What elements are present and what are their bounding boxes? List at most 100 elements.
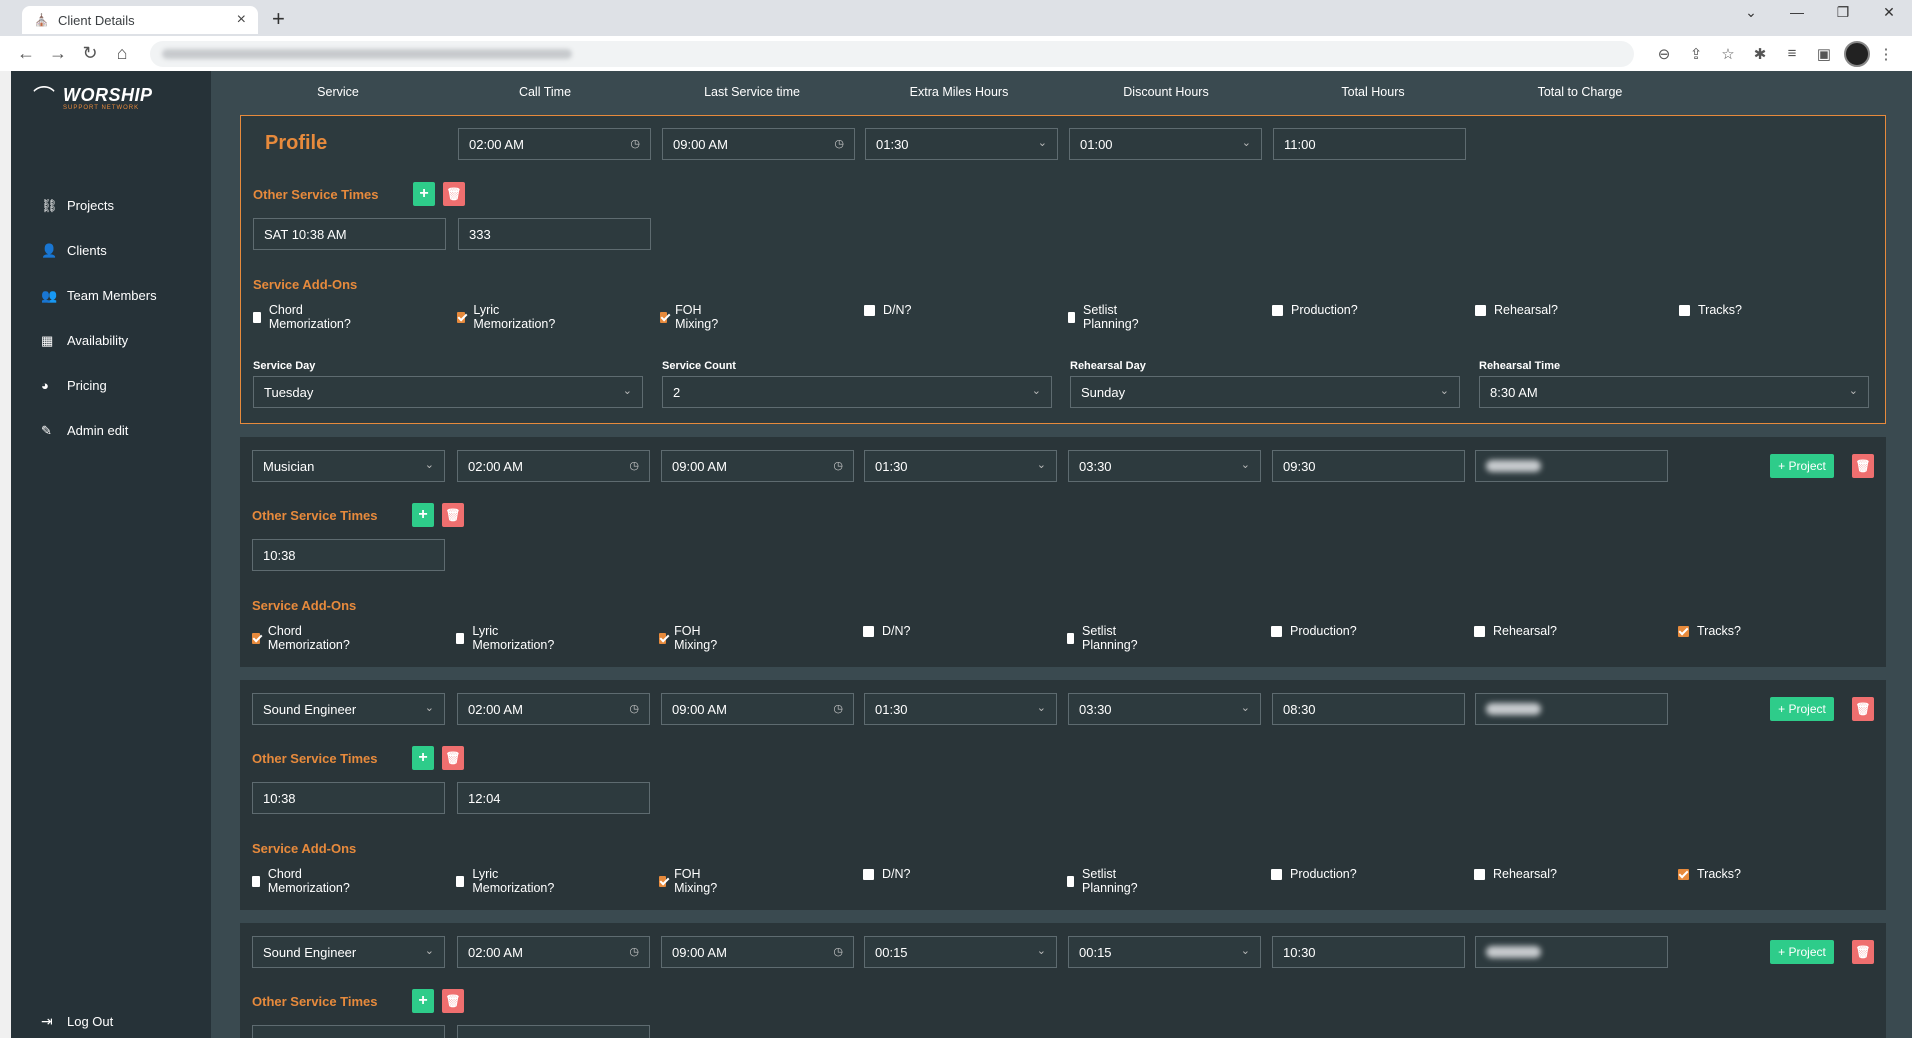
- last-service-input[interactable]: 09:00 AM ◷: [661, 450, 854, 482]
- checkbox-box[interactable]: [253, 311, 261, 323]
- service-select[interactable]: Musician ⌄: [252, 450, 445, 482]
- call-time-input[interactable]: 02:00 AM ◷: [457, 450, 650, 482]
- other-time-input[interactable]: 10:38: [252, 782, 445, 814]
- addon-checkbox[interactable]: Lyric Memorization?: [456, 624, 557, 652]
- addon-checkbox[interactable]: Chord Memorization?: [252, 867, 353, 895]
- profile-avatar[interactable]: [1844, 40, 1870, 67]
- home-icon[interactable]: ⌂: [106, 43, 138, 64]
- other-time-input[interactable]: 10:38: [252, 539, 445, 571]
- discount-select[interactable]: 01:00 ⌄: [1069, 128, 1262, 160]
- service-select[interactable]: Sound Engineer ⌄: [252, 936, 445, 968]
- total-charge-field[interactable]: [1475, 450, 1668, 482]
- checkbox-box[interactable]: [456, 875, 465, 887]
- checkbox-box[interactable]: [659, 632, 667, 644]
- service-day-select[interactable]: Tuesday ⌄: [253, 376, 643, 408]
- addon-checkbox[interactable]: Tracks?: [1679, 303, 1742, 317]
- checkbox-box[interactable]: [1067, 875, 1075, 887]
- extra-miles-select[interactable]: 00:15 ⌄: [864, 936, 1057, 968]
- total-charge-field[interactable]: [1475, 693, 1668, 725]
- other-time-input[interactable]: [457, 1025, 650, 1038]
- checkbox-box[interactable]: [1475, 304, 1486, 316]
- delete-service-button[interactable]: 🗑: [1852, 454, 1874, 478]
- logout-button[interactable]: ⇥ Log Out: [41, 1013, 113, 1030]
- add-service-time-button[interactable]: +: [412, 503, 434, 527]
- sidebar-item-admin-edit[interactable]: ✎ Admin edit: [41, 408, 157, 453]
- other-time-input[interactable]: 12:04: [457, 782, 650, 814]
- addon-checkbox[interactable]: Chord Memorization?: [253, 303, 354, 331]
- total-hours-field[interactable]: 11:00: [1273, 128, 1466, 160]
- total-charge-field[interactable]: [1475, 936, 1668, 968]
- addon-checkbox[interactable]: Tracks?: [1678, 624, 1741, 638]
- checkbox-box[interactable]: [863, 625, 874, 637]
- other-time-input[interactable]: [252, 1025, 445, 1038]
- discount-select[interactable]: 03:30 ⌄: [1068, 450, 1261, 482]
- addon-checkbox[interactable]: FOH Mixing?: [659, 624, 721, 652]
- checkbox-box[interactable]: [1068, 311, 1076, 323]
- other-time-input[interactable]: SAT 10:38 AM: [253, 218, 446, 250]
- delete-service-time-button[interactable]: 🗑: [442, 503, 464, 527]
- checkbox-box[interactable]: [252, 875, 260, 887]
- close-tab-icon[interactable]: ×: [237, 11, 246, 29]
- addon-checkbox[interactable]: Rehearsal?: [1475, 303, 1558, 317]
- addon-checkbox[interactable]: FOH Mixing?: [659, 867, 721, 895]
- sidebar-item-team-members[interactable]: 👥 Team Members: [41, 273, 157, 318]
- zoom-icon[interactable]: ⊖: [1648, 45, 1680, 63]
- addon-checkbox[interactable]: Tracks?: [1678, 867, 1741, 881]
- rehearsal-time-select[interactable]: 8:30 AM ⌄: [1479, 376, 1869, 408]
- back-icon[interactable]: ←: [10, 43, 42, 64]
- delete-service-time-button[interactable]: 🗑: [442, 746, 464, 770]
- checkbox-box[interactable]: [863, 868, 874, 880]
- call-time-input[interactable]: 02:00 AM ◷: [458, 128, 651, 160]
- addon-checkbox[interactable]: D/N?: [864, 303, 911, 317]
- share-icon[interactable]: ⇪: [1680, 45, 1712, 63]
- minimize-icon[interactable]: —: [1774, 4, 1820, 21]
- last-service-input[interactable]: 09:00 AM ◷: [661, 693, 854, 725]
- sidebar-item-projects[interactable]: ⛓ Projects: [41, 183, 157, 228]
- sidebar-item-availability[interactable]: ▦ Availability: [41, 318, 157, 363]
- reload-icon[interactable]: ↻: [74, 43, 106, 64]
- checkbox-box[interactable]: [1271, 625, 1282, 637]
- close-window-icon[interactable]: ✕: [1866, 4, 1912, 21]
- delete-service-time-button[interactable]: 🗑: [443, 182, 465, 206]
- extra-miles-select[interactable]: 01:30 ⌄: [865, 128, 1058, 160]
- restore-icon[interactable]: ❐: [1820, 4, 1866, 21]
- rehearsal-day-select[interactable]: Sunday ⌄: [1070, 376, 1460, 408]
- other-time-input[interactable]: 333: [458, 218, 651, 250]
- checkbox-box[interactable]: [456, 632, 465, 644]
- tab-search-icon[interactable]: ⌄: [1728, 4, 1774, 21]
- service-select[interactable]: Sound Engineer ⌄: [252, 693, 445, 725]
- addon-checkbox[interactable]: D/N?: [863, 624, 910, 638]
- bookmark-star-icon[interactable]: ☆: [1712, 45, 1744, 63]
- total-hours-field[interactable]: 10:30: [1272, 936, 1465, 968]
- last-service-input[interactable]: 09:00 AM ◷: [661, 936, 854, 968]
- menu-kebab-icon[interactable]: ⋮: [1870, 45, 1902, 63]
- addon-checkbox[interactable]: Chord Memorization?: [252, 624, 353, 652]
- checkbox-box[interactable]: [1679, 304, 1690, 316]
- last-service-input[interactable]: 09:00 AM ◷: [662, 128, 855, 160]
- delete-service-time-button[interactable]: 🗑: [442, 989, 464, 1013]
- addon-checkbox[interactable]: Lyric Memorization?: [457, 303, 558, 331]
- extensions-icon[interactable]: ✱: [1744, 45, 1776, 63]
- addon-checkbox[interactable]: FOH Mixing?: [660, 303, 722, 331]
- call-time-input[interactable]: 02:00 AM ◷: [457, 936, 650, 968]
- service-count-select[interactable]: 2 ⌄: [662, 376, 1052, 408]
- add-project-button[interactable]: + Project: [1770, 454, 1834, 478]
- sidebar-item-clients[interactable]: 👤 Clients: [41, 228, 157, 273]
- checkbox-box[interactable]: [1474, 868, 1485, 880]
- add-service-time-button[interactable]: +: [412, 746, 434, 770]
- checkbox-box[interactable]: [1678, 868, 1689, 880]
- addon-checkbox[interactable]: Lyric Memorization?: [456, 867, 557, 895]
- addon-checkbox[interactable]: Production?: [1272, 303, 1358, 317]
- address-bar[interactable]: [150, 40, 1634, 67]
- discount-select[interactable]: 03:30 ⌄: [1068, 693, 1261, 725]
- addon-checkbox[interactable]: Production?: [1271, 867, 1357, 881]
- checkbox-box[interactable]: [864, 304, 875, 316]
- call-time-input[interactable]: 02:00 AM ◷: [457, 693, 650, 725]
- checkbox-box[interactable]: [659, 875, 667, 887]
- forward-icon[interactable]: →: [42, 43, 74, 64]
- addon-checkbox[interactable]: Setlist Planning?: [1067, 624, 1142, 652]
- extra-miles-select[interactable]: 01:30 ⌄: [864, 450, 1057, 482]
- addon-checkbox[interactable]: Rehearsal?: [1474, 867, 1557, 881]
- extra-miles-select[interactable]: 01:30 ⌄: [864, 693, 1057, 725]
- addon-checkbox[interactable]: Rehearsal?: [1474, 624, 1557, 638]
